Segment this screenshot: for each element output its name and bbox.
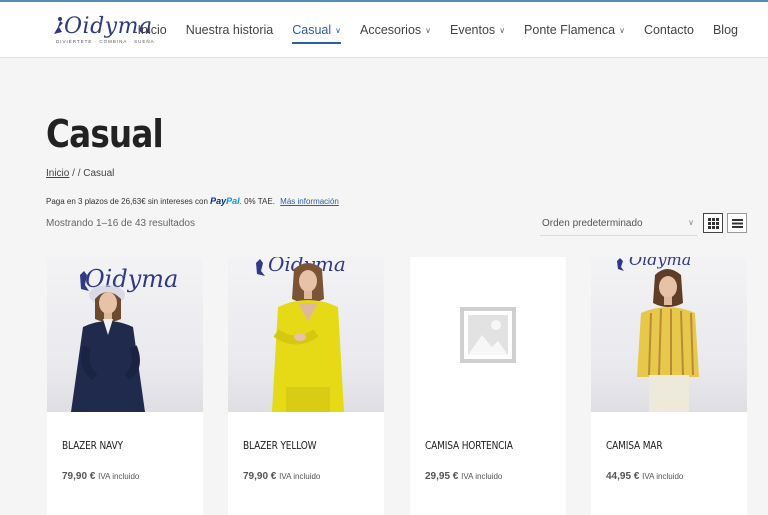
nav-label: Contacto xyxy=(643,23,694,37)
product-card[interactable]: Oidyma BLAZER YELLOW 79,90 € IVA incluid… xyxy=(228,257,384,515)
paypal-logo-part: Pay xyxy=(210,196,227,206)
nav-label: Ponte Flamenca xyxy=(524,23,616,37)
paypal-suffix: . 0% TAE. xyxy=(239,197,275,206)
product-price: 29,95 € IVA incluido xyxy=(425,471,502,482)
grid-view-icon xyxy=(707,217,719,229)
nav-item-inicio[interactable]: Inicio xyxy=(138,20,167,40)
price-value: 79,90 € xyxy=(243,471,277,482)
image-placeholder-icon xyxy=(460,307,516,363)
product-name[interactable]: CAMISA HORTENCIA xyxy=(425,439,513,452)
breadcrumb-home-link[interactable]: Inicio xyxy=(46,168,69,179)
result-count: Mostrando 1–16 de 43 resultados xyxy=(46,218,195,229)
nav-label: Casual xyxy=(292,23,332,37)
tax-note: IVA incluido xyxy=(642,472,684,481)
product-price: 79,90 € IVA incluido xyxy=(243,471,320,482)
site-header: Oidyma DIVIÉRTETE · COMBINA · SUEÑA Inic… xyxy=(0,2,768,58)
chevron-down-icon: ∨ xyxy=(425,25,432,35)
paypal-text: Paga en 3 plazos de 26,63€ sin intereses… xyxy=(46,197,208,206)
paypal-logo-part: Pal xyxy=(226,196,240,206)
sort-select[interactable]: Orden predeterminado ∨ xyxy=(540,214,698,236)
product-name[interactable]: CAMISA MAR xyxy=(606,439,663,452)
nav-label: Accesorios xyxy=(360,23,422,37)
product-name[interactable]: BLAZER YELLOW xyxy=(243,439,317,452)
nav-item-accesorios[interactable]: Accesorios ∨ xyxy=(360,20,431,40)
chevron-down-icon: ∨ xyxy=(499,25,506,35)
product-card[interactable]: CAMISA HORTENCIA 29,95 € IVA incluido xyxy=(410,257,566,515)
chevron-down-icon: ∨ xyxy=(335,25,342,35)
price-value: 44,95 € xyxy=(606,471,640,482)
nav-item-nuestra-historia[interactable]: Nuestra historia xyxy=(186,20,274,40)
grid-view-button[interactable] xyxy=(703,213,723,233)
paypal-logo: PayPal xyxy=(210,196,240,206)
product-name[interactable]: BLAZER NAVY xyxy=(62,439,123,452)
price-value: 79,90 € xyxy=(62,471,96,482)
paypal-installments-message: Paga en 3 plazos de 26,63€ sin intereses… xyxy=(46,196,339,206)
list-view-icon xyxy=(731,218,743,228)
nav-label: Inicio xyxy=(137,23,167,37)
nav-item-contacto[interactable]: Contacto xyxy=(644,20,694,40)
tax-note: IVA incluido xyxy=(461,472,503,481)
product-image[interactable] xyxy=(410,257,566,412)
breadcrumb: Inicio / / Casual xyxy=(46,168,114,179)
product-price: 79,90 € IVA incluido xyxy=(62,471,139,482)
tax-note: IVA incluido xyxy=(279,472,321,481)
page-title: Casual xyxy=(46,112,164,156)
tax-note: IVA incluido xyxy=(98,472,140,481)
main-navigation: Inicio Nuestra historia Casual ∨ Accesori… xyxy=(119,2,738,58)
nav-label: Eventos xyxy=(450,23,496,37)
svg-text:Oidyma: Oidyma xyxy=(629,257,691,269)
product-image[interactable]: Oidyma xyxy=(591,257,747,412)
product-card[interactable]: Oidyma BLAZER NAVY 79,90 € IVA incluido xyxy=(47,257,203,515)
nav-item-eventos[interactable]: Eventos ∨ xyxy=(450,20,505,40)
nav-item-blog[interactable]: Blog xyxy=(713,20,738,40)
breadcrumb-separator: / / xyxy=(69,168,84,179)
list-view-button[interactable] xyxy=(727,213,747,233)
sort-selected-value: Orden predeterminado xyxy=(542,218,643,229)
product-image[interactable]: Oidyma xyxy=(228,257,384,412)
product-price: 44,95 € IVA incluido xyxy=(606,471,683,482)
chevron-down-icon: ∨ xyxy=(619,25,625,35)
product-image[interactable]: Oidyma xyxy=(47,257,203,412)
price-value: 29,95 € xyxy=(425,471,459,482)
nav-item-ponte-flamenca[interactable]: Ponte Flamenca ∨ xyxy=(524,20,625,40)
product-card[interactable]: Oidyma CAMISA MAR 44,95 € IVA incluido xyxy=(591,257,747,515)
nav-label: Nuestra historia xyxy=(185,23,274,37)
nav-label: Blog xyxy=(712,23,738,37)
nav-item-casual[interactable]: Casual ∨ xyxy=(292,20,342,44)
paypal-more-info-link[interactable]: Más información xyxy=(280,197,339,206)
chevron-down-icon: ∨ xyxy=(688,218,694,227)
breadcrumb-current: Casual xyxy=(83,168,115,179)
